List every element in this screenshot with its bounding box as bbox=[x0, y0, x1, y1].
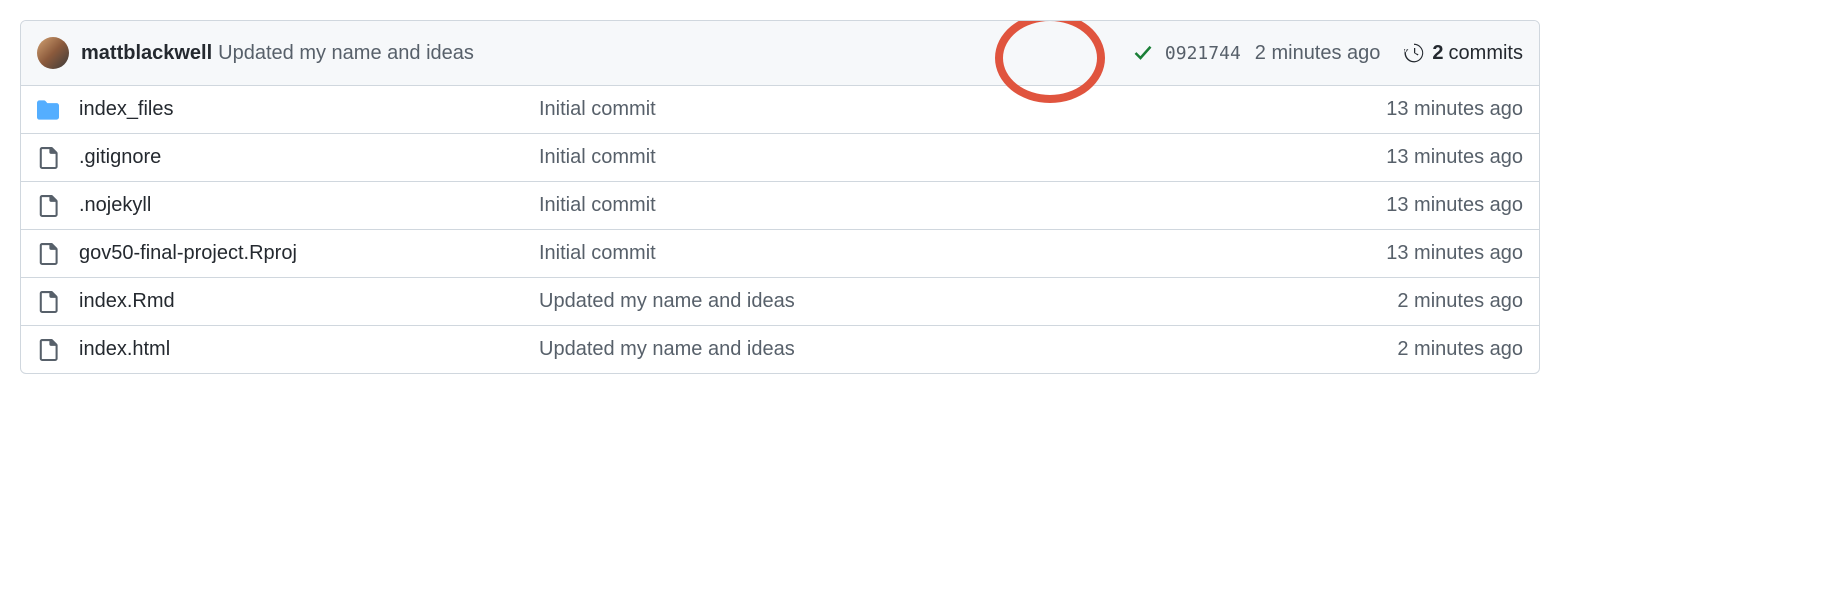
commit-header: mattblackwell Updated my name and ideas … bbox=[21, 21, 1539, 86]
file-commit-message[interactable]: Initial commit bbox=[539, 242, 1386, 265]
file-icon bbox=[37, 195, 59, 217]
file-row[interactable]: gov50-final-project.Rproj Initial commit… bbox=[21, 230, 1539, 278]
file-name[interactable]: index.html bbox=[79, 338, 539, 361]
commit-time: 2 minutes ago bbox=[1255, 42, 1381, 65]
commits-link[interactable]: 2 commits bbox=[1404, 42, 1523, 65]
history-icon bbox=[1404, 43, 1424, 63]
file-row[interactable]: index_files Initial commit 13 minutes ag… bbox=[21, 86, 1539, 134]
file-name[interactable]: index.Rmd bbox=[79, 290, 539, 313]
file-time: 13 minutes ago bbox=[1386, 146, 1523, 169]
file-icon bbox=[37, 339, 59, 361]
file-time: 13 minutes ago bbox=[1386, 242, 1523, 265]
file-time: 2 minutes ago bbox=[1397, 290, 1523, 313]
file-name[interactable]: index_files bbox=[79, 98, 539, 121]
file-row[interactable]: index.Rmd Updated my name and ideas 2 mi… bbox=[21, 278, 1539, 326]
commits-label: commits bbox=[1449, 42, 1523, 65]
file-listing-box: mattblackwell Updated my name and ideas … bbox=[20, 20, 1540, 374]
file-name[interactable]: .nojekyll bbox=[79, 194, 539, 217]
folder-icon bbox=[37, 99, 59, 121]
file-name[interactable]: .gitignore bbox=[79, 146, 539, 169]
file-row[interactable]: index.html Updated my name and ideas 2 m… bbox=[21, 326, 1539, 373]
commits-count: 2 bbox=[1432, 42, 1443, 65]
file-time: 13 minutes ago bbox=[1386, 194, 1523, 217]
file-row[interactable]: .gitignore Initial commit 13 minutes ago bbox=[21, 134, 1539, 182]
file-commit-message[interactable]: Initial commit bbox=[539, 98, 1386, 121]
file-name[interactable]: gov50-final-project.Rproj bbox=[79, 242, 539, 265]
file-time: 13 minutes ago bbox=[1386, 98, 1523, 121]
file-commit-message[interactable]: Initial commit bbox=[539, 194, 1386, 217]
file-icon bbox=[37, 243, 59, 265]
commit-message[interactable]: Updated my name and ideas bbox=[218, 42, 474, 65]
file-row[interactable]: .nojekyll Initial commit 13 minutes ago bbox=[21, 182, 1539, 230]
file-commit-message[interactable]: Updated my name and ideas bbox=[539, 290, 1397, 313]
file-icon bbox=[37, 147, 59, 169]
file-commit-message[interactable]: Initial commit bbox=[539, 146, 1386, 169]
commit-hash[interactable]: 0921744 bbox=[1165, 43, 1241, 64]
file-icon bbox=[37, 291, 59, 313]
avatar[interactable] bbox=[37, 37, 69, 69]
commit-author[interactable]: mattblackwell bbox=[81, 42, 212, 65]
file-time: 2 minutes ago bbox=[1397, 338, 1523, 361]
check-icon[interactable] bbox=[1133, 43, 1153, 63]
file-commit-message[interactable]: Updated my name and ideas bbox=[539, 338, 1397, 361]
